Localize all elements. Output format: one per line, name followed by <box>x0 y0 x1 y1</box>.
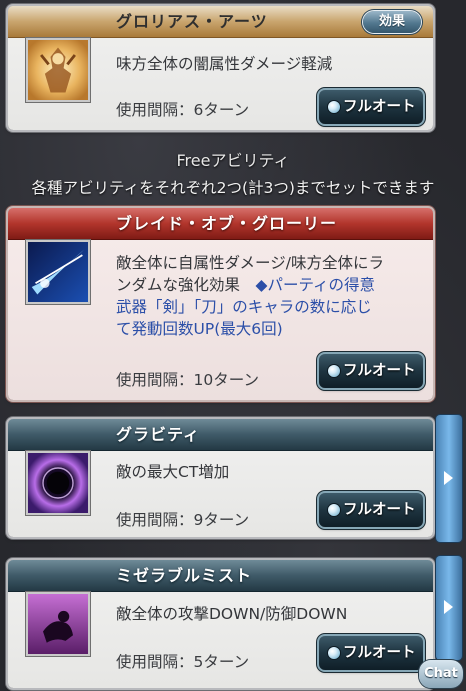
ability-name-3: ミゼラブルミスト <box>116 566 253 585</box>
fullauto-label: フルオート <box>343 502 416 518</box>
ability-header-1: ブレイド・オブ・グローリー <box>8 208 433 240</box>
ability-fullauto-button-3[interactable]: フルオート <box>319 636 423 670</box>
ability-header-2: グラビティ <box>8 419 433 451</box>
ability-description-1-line2: ンダムな強化効果 <box>116 276 241 294</box>
golden-armor-figure-icon <box>26 38 90 102</box>
blue-blade-slash-icon <box>26 240 90 304</box>
chevron-right-icon <box>444 471 453 485</box>
support-ability-card: グロリアス・アーツ 効果 味方全体の闇属性ダメージ軽減 使用間隔：6ターン フル… <box>8 6 433 130</box>
ability-description-3: 敵全体の攻撃DOWN/防御DOWN <box>116 605 348 623</box>
ability-name-2: グラビティ <box>116 425 201 444</box>
ability-cooldown-2: 使用間隔：9ターン <box>116 511 250 529</box>
ability-description-1-line4: て発動回数UP(最大6回) <box>116 320 283 338</box>
ability-card-3[interactable]: ミゼラブルミスト 敵全体の攻撃DOWN/防御DOWN 使用間隔：5ターン フルオ… <box>8 560 433 688</box>
dark-purple-orb-icon <box>26 451 90 515</box>
support-ability-description: 味方全体の闇属性ダメージ軽減 <box>116 55 333 73</box>
support-ability-cooldown: 使用間隔：6ターン <box>116 101 250 119</box>
scroll-right-tab-2[interactable] <box>436 556 462 660</box>
fullauto-indicator-icon <box>328 504 340 516</box>
ability-fullauto-button-1[interactable]: フルオート <box>319 354 423 388</box>
fullauto-indicator-icon <box>328 365 340 377</box>
ability-cooldown-1: 使用間隔：10ターン <box>116 371 259 389</box>
scroll-right-tab-1[interactable] <box>436 415 462 542</box>
ability-description-1: 敵全体に自属性ダメージ/味方全体にラ ンダムな強化効果 ◆パーティの得意 武器「… <box>116 252 425 340</box>
ability-name-1: ブレイド・オブ・グローリー <box>116 214 338 233</box>
support-fullauto-button[interactable]: フルオート <box>319 90 423 124</box>
free-ability-subtitle: 各種アビリティをそれぞれ2つ(計3つ)までセットできます <box>31 179 435 197</box>
fullauto-indicator-icon <box>328 647 340 659</box>
ability-description-2: 敵の最大CT増加 <box>116 463 230 481</box>
effect-button[interactable]: 効果 <box>363 11 421 33</box>
free-ability-title: Freeアビリティ <box>176 151 290 170</box>
ability-fullauto-button-2[interactable]: フルオート <box>319 493 423 527</box>
ability-cooldown-3: 使用間隔：5ターン <box>116 653 250 671</box>
fullauto-label: フルオート <box>343 645 416 661</box>
ability-description-1-line3: 武器「剣」「刀」のキャラの数に応じ <box>116 298 372 316</box>
ability-card-2[interactable]: グラビティ 敵の最大CT増加 使用間隔：9ターン フルオート <box>8 419 433 537</box>
fullauto-label: フルオート <box>343 99 416 115</box>
chat-button[interactable]: Chat <box>419 660 463 688</box>
ability-header-3: ミゼラブルミスト <box>8 560 433 592</box>
fullauto-indicator-icon <box>328 101 340 113</box>
fullauto-label: フルオート <box>343 363 416 379</box>
chevron-right-icon <box>444 600 453 614</box>
ability-description-1-line2-row: ンダムな強化効果 ◆パーティの得意 <box>116 274 425 296</box>
ability-description-1-blue-inline: ◆パーティの得意 <box>255 276 376 294</box>
support-ability-name: グロリアス・アーツ <box>116 12 268 31</box>
ability-description-1-line1: 敵全体に自属性ダメージ/味方全体にラ <box>116 254 384 272</box>
purple-mist-figure-icon <box>26 592 90 656</box>
support-ability-header: グロリアス・アーツ 効果 <box>8 6 433 38</box>
ability-card-1[interactable]: ブレイド・オブ・グローリー 敵全体に自属性ダメージ/味方全体にラ ンダムな強化効… <box>8 208 433 400</box>
